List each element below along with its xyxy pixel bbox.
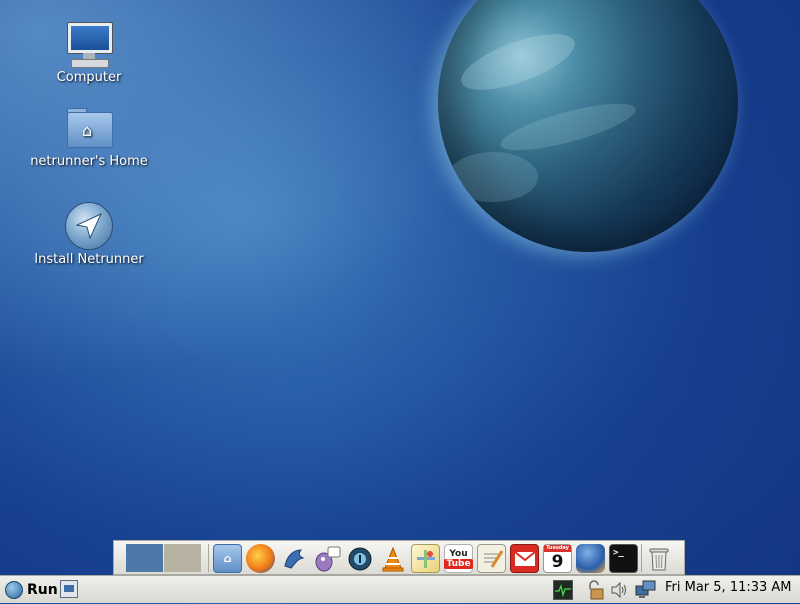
calendar-day-label: Tuesday [544, 545, 571, 552]
vlc-cone-icon[interactable] [378, 544, 407, 573]
lock-icon[interactable] [585, 580, 605, 600]
firefox-icon[interactable] [246, 544, 275, 573]
thunderbird-icon[interactable] [576, 544, 605, 573]
youtube-text-top: You [449, 548, 468, 559]
netrunner-logo-icon [5, 581, 23, 599]
dock: ⌂ You Tube Tuesday 9 >_ [113, 540, 685, 575]
computer-icon [65, 20, 113, 68]
terminal-icon[interactable]: >_ [609, 544, 638, 573]
show-desktop-icon[interactable] [60, 580, 78, 598]
clock[interactable]: Fri Mar 5, 11:33 AM [665, 580, 792, 595]
volume-icon[interactable] [609, 580, 629, 600]
gmail-icon[interactable] [510, 544, 539, 573]
run-menu-button[interactable]: Run [5, 580, 58, 600]
workspace-2[interactable] [164, 544, 201, 572]
desktop-icon-computer[interactable]: Computer [24, 20, 154, 85]
player-icon[interactable] [345, 544, 374, 573]
desktop-icon-home[interactable]: ⌂ netrunner's Home [24, 104, 154, 169]
desktop-icon-label: netrunner's Home [30, 154, 148, 169]
dock-separator [641, 544, 642, 572]
desktop-icon-install[interactable]: Install Netrunner [24, 202, 154, 267]
pidgin-icon[interactable] [312, 544, 341, 573]
folder-home-icon[interactable]: ⌂ [213, 544, 242, 573]
youtube-icon[interactable]: You Tube [444, 544, 473, 573]
maps-icon[interactable] [411, 544, 440, 573]
run-label: Run [27, 582, 58, 598]
network-icon[interactable] [635, 580, 656, 600]
desktop-icon-label: Install Netrunner [34, 252, 144, 267]
desktop-icon-label: Computer [56, 70, 122, 85]
bottom-panel: Run Fri Mar 5, 11:33 AM [0, 575, 800, 603]
calendar-day-number: 9 [551, 552, 564, 572]
bird-icon[interactable] [279, 544, 308, 573]
install-netrunner-icon [65, 202, 113, 250]
calendar-icon[interactable]: Tuesday 9 [543, 544, 572, 573]
notepad-icon[interactable] [477, 544, 506, 573]
workspace-1[interactable] [126, 544, 163, 572]
home-folder-icon: ⌂ [65, 104, 113, 152]
dock-separator [208, 544, 209, 572]
terminal-prompt: >_ [613, 548, 624, 558]
youtube-text-bottom: Tube [444, 558, 473, 569]
system-monitor-icon[interactable] [553, 580, 573, 600]
trash-icon[interactable] [644, 544, 673, 573]
